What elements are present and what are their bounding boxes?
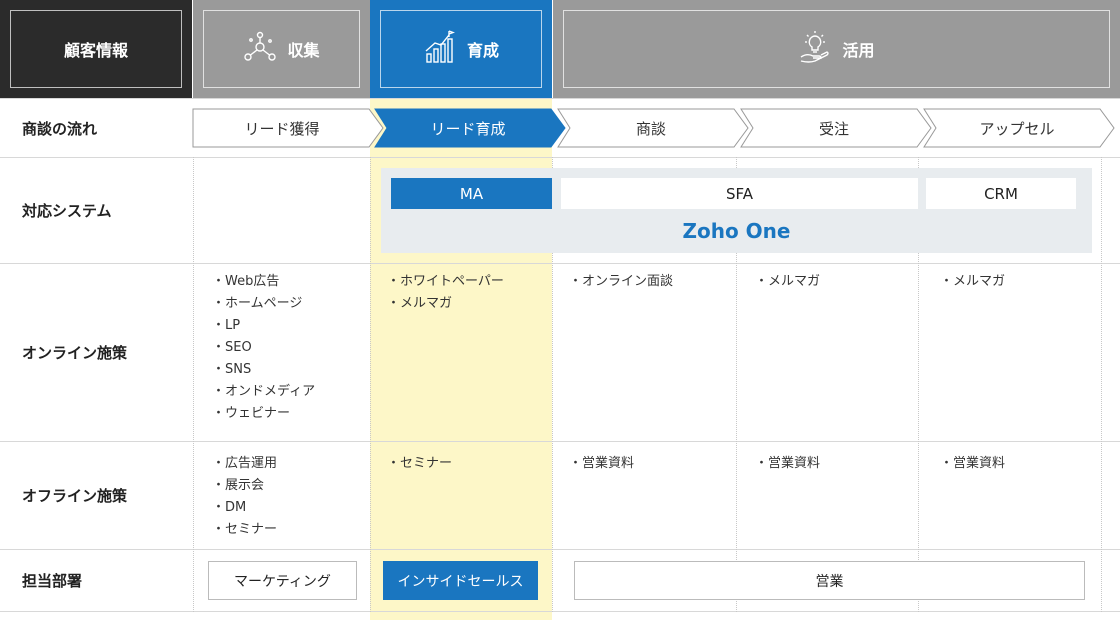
list-item: ホワイトペーパー	[387, 271, 547, 293]
header-utilize-label: 活用	[842, 41, 875, 60]
list-item: メルマガ	[940, 271, 1100, 293]
offline-list-col3: 営業資料	[569, 453, 729, 475]
column-divider	[370, 157, 371, 612]
row-label-system-text: 対応システム	[22, 202, 112, 220]
list-item: 営業資料	[569, 453, 729, 475]
row-label-system: 対応システム	[0, 158, 192, 263]
dept-inside-sales: インサイドセールス	[383, 561, 538, 600]
flow-step-lead-nurturing: リード育成	[374, 108, 567, 148]
list-item: ホームページ	[212, 293, 367, 315]
system-ma: MA	[391, 178, 552, 209]
header-nurture-label: 育成	[466, 41, 499, 60]
system-ma-label: MA	[459, 184, 484, 203]
list-item: Web広告	[212, 271, 367, 293]
row-label-online-text: オンライン施策	[22, 344, 128, 362]
online-list-col3: オンライン面談	[569, 271, 729, 293]
flow-step-lead-acquisition: リード獲得	[192, 108, 385, 148]
online-list-col1: Web広告 ホームページ LP SEO SNS オンドメディア ウェビナー	[212, 271, 367, 425]
offline-list-col2: セミナー	[387, 453, 547, 475]
list-item: LP	[212, 315, 367, 337]
row-label-offline: オフライン施策	[0, 442, 192, 549]
list-item: メルマガ	[387, 293, 547, 315]
row-label-dept: 担当部署	[0, 550, 192, 611]
row-label-flow: 商談の流れ	[0, 99, 192, 157]
offline-list-col5: 営業資料	[940, 453, 1100, 475]
flow-step-label: 商談	[635, 119, 666, 138]
list-item: セミナー	[212, 519, 367, 541]
flow-step-label: リード獲得	[244, 119, 320, 138]
list-item: 営業資料	[755, 453, 915, 475]
row-label-offline-text: オフライン施策	[22, 487, 128, 505]
system-crm-label: CRM	[984, 184, 1018, 203]
list-item: DM	[212, 497, 367, 519]
list-item: 営業資料	[940, 453, 1100, 475]
flow-step-label: 受注	[818, 119, 849, 138]
zoho-one-text: Zoho One	[682, 219, 791, 243]
growth-chart-icon	[423, 30, 457, 68]
online-list-col2: ホワイトペーパー メルマガ	[387, 271, 547, 315]
header-utilize: 活用	[553, 0, 1120, 98]
row-label-flow-text: 商談の流れ	[22, 119, 98, 138]
column-divider	[193, 157, 194, 612]
molecule-icon	[243, 30, 277, 68]
header-collect-label: 収集	[287, 41, 320, 60]
row-divider	[0, 611, 1120, 612]
list-item: オンライン面談	[569, 271, 729, 293]
online-list-col4: メルマガ	[755, 271, 915, 293]
list-item: SEO	[212, 337, 367, 359]
online-list-col5: メルマガ	[940, 271, 1100, 293]
list-item: ウェビナー	[212, 403, 367, 425]
header-nurture: 育成	[370, 0, 552, 98]
dept-inside-sales-label: インサイドセールス	[397, 573, 524, 590]
header-customer-info-label: 顧客情報	[63, 41, 128, 60]
marketing-flow-diagram: 顧客情報 収集 育成 活用 商談の流れ 対応システム オンライン施策 オフライン…	[0, 0, 1120, 620]
flow-step-label: アップセル	[979, 119, 1055, 138]
column-divider	[1101, 157, 1102, 612]
system-crm: CRM	[926, 178, 1076, 209]
offline-list-col4: 営業資料	[755, 453, 915, 475]
flow-step-upsell: アップセル	[923, 108, 1116, 148]
header-collect: 収集	[193, 0, 370, 98]
flow-step-negotiation: 商談	[557, 108, 750, 148]
list-item: SNS	[212, 359, 367, 381]
flow-step-order: 受注	[740, 108, 933, 148]
dept-marketing-label: マーケティング	[234, 573, 331, 590]
row-label-dept-text: 担当部署	[22, 572, 83, 590]
flow-step-label: リード育成	[430, 119, 506, 138]
dept-sales-label: 営業	[815, 573, 844, 590]
row-label-online: オンライン施策	[0, 264, 192, 441]
hand-lightbulb-icon	[798, 30, 832, 68]
header-customer-info: 顧客情報	[0, 0, 192, 98]
zoho-one-label: Zoho One	[381, 214, 1092, 248]
offline-list-col1: 広告運用 展示会 DM セミナー	[212, 453, 367, 541]
list-item: メルマガ	[755, 271, 915, 293]
dept-marketing: マーケティング	[208, 561, 357, 600]
system-sfa-label: SFA	[725, 184, 754, 203]
system-sfa: SFA	[561, 178, 918, 209]
list-item: オンドメディア	[212, 381, 367, 403]
list-item: セミナー	[387, 453, 547, 475]
dept-sales: 営業	[574, 561, 1085, 600]
list-item: 展示会	[212, 475, 367, 497]
list-item: 広告運用	[212, 453, 367, 475]
